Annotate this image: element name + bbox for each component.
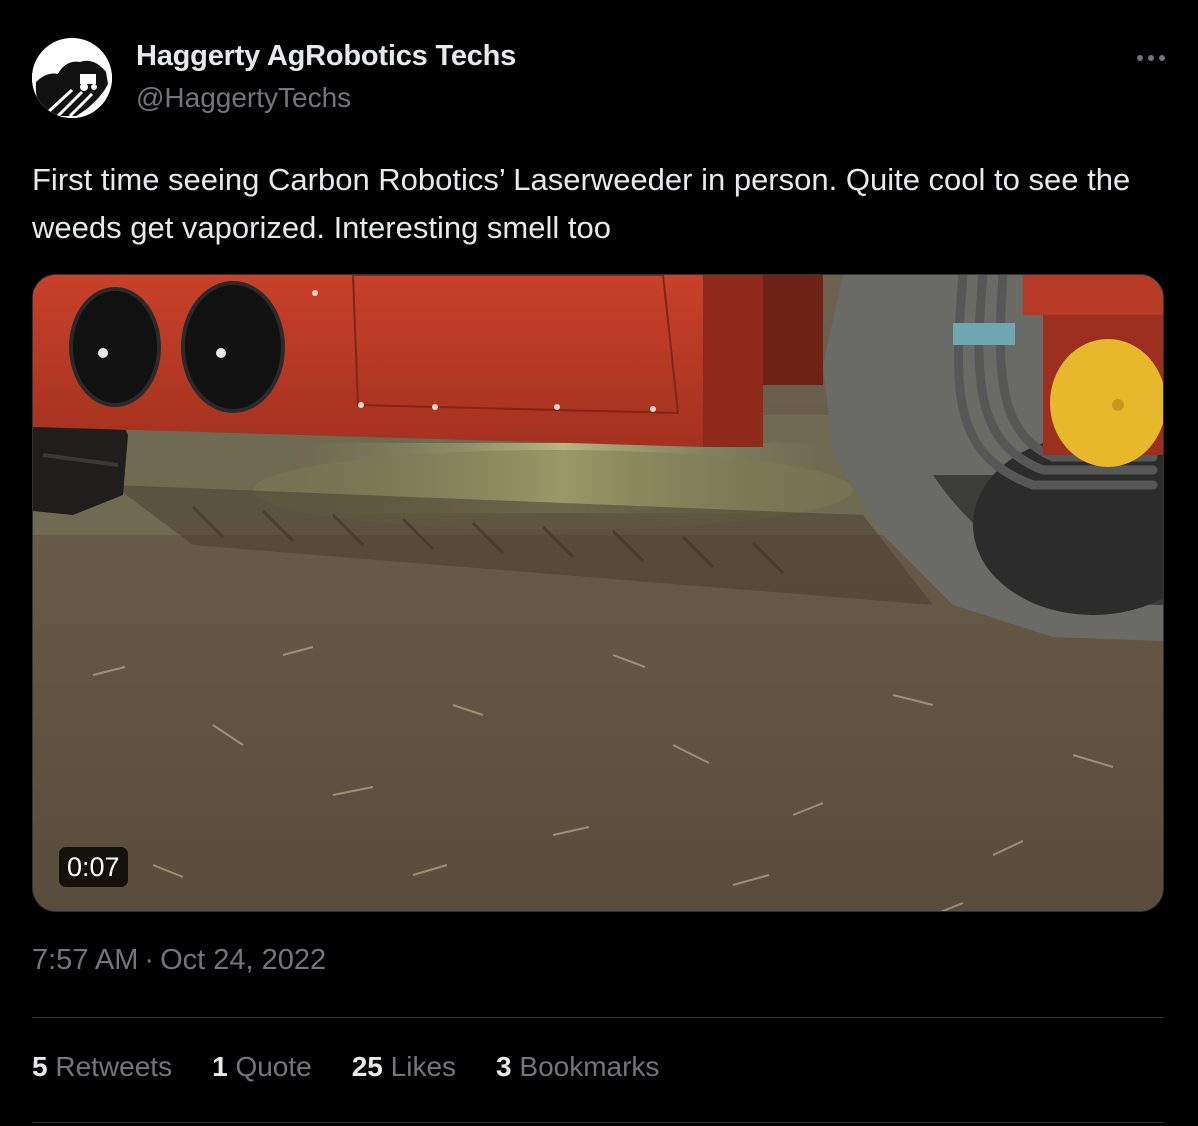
avatar[interactable]: [32, 38, 112, 118]
likes-stat[interactable]: 25 Likes: [352, 1051, 456, 1083]
quotes-stat[interactable]: 1 Quote: [212, 1051, 312, 1083]
post-date: Oct 24, 2022: [160, 944, 327, 976]
quotes-label: Quote: [235, 1051, 312, 1082]
bookmarks-label: Bookmarks: [519, 1051, 660, 1082]
video-duration-badge: 0:07: [59, 847, 128, 887]
author-handle[interactable]: @HaggertyTechs: [136, 82, 351, 114]
more-horizontal-icon: [1137, 55, 1165, 61]
retweets-label: Retweets: [55, 1051, 173, 1082]
video-player[interactable]: 0:07: [32, 274, 1164, 912]
tweet-detail: Haggerty AgRobotics Techs @HaggertyTechs…: [0, 0, 1198, 1126]
engagement-stats: 5 Retweets 1 Quote 25 Likes 3 Bookmarks: [32, 1051, 659, 1083]
quotes-count: 1: [212, 1051, 228, 1082]
timestamp-separator: ·: [144, 944, 155, 976]
farm-tractor-logo-icon: [32, 38, 112, 118]
video-thumbnail: [33, 275, 1163, 911]
post-timestamp[interactable]: 7:57 AM · Oct 24, 2022: [32, 944, 326, 977]
author-display-name[interactable]: Haggerty AgRobotics Techs: [136, 40, 516, 73]
bookmarks-count: 3: [496, 1051, 512, 1082]
likes-label: Likes: [390, 1051, 457, 1082]
divider: [32, 1017, 1164, 1018]
divider: [32, 1122, 1164, 1123]
retweets-count: 5: [32, 1051, 48, 1082]
post-time: 7:57 AM: [32, 944, 139, 976]
bookmarks-stat[interactable]: 3 Bookmarks: [496, 1051, 659, 1083]
retweets-stat[interactable]: 5 Retweets: [32, 1051, 172, 1083]
likes-count: 25: [351, 1051, 383, 1082]
tweet-text: First time seeing Carbon Robotics’ Laser…: [32, 162, 1139, 245]
more-options-button[interactable]: [1134, 44, 1168, 72]
